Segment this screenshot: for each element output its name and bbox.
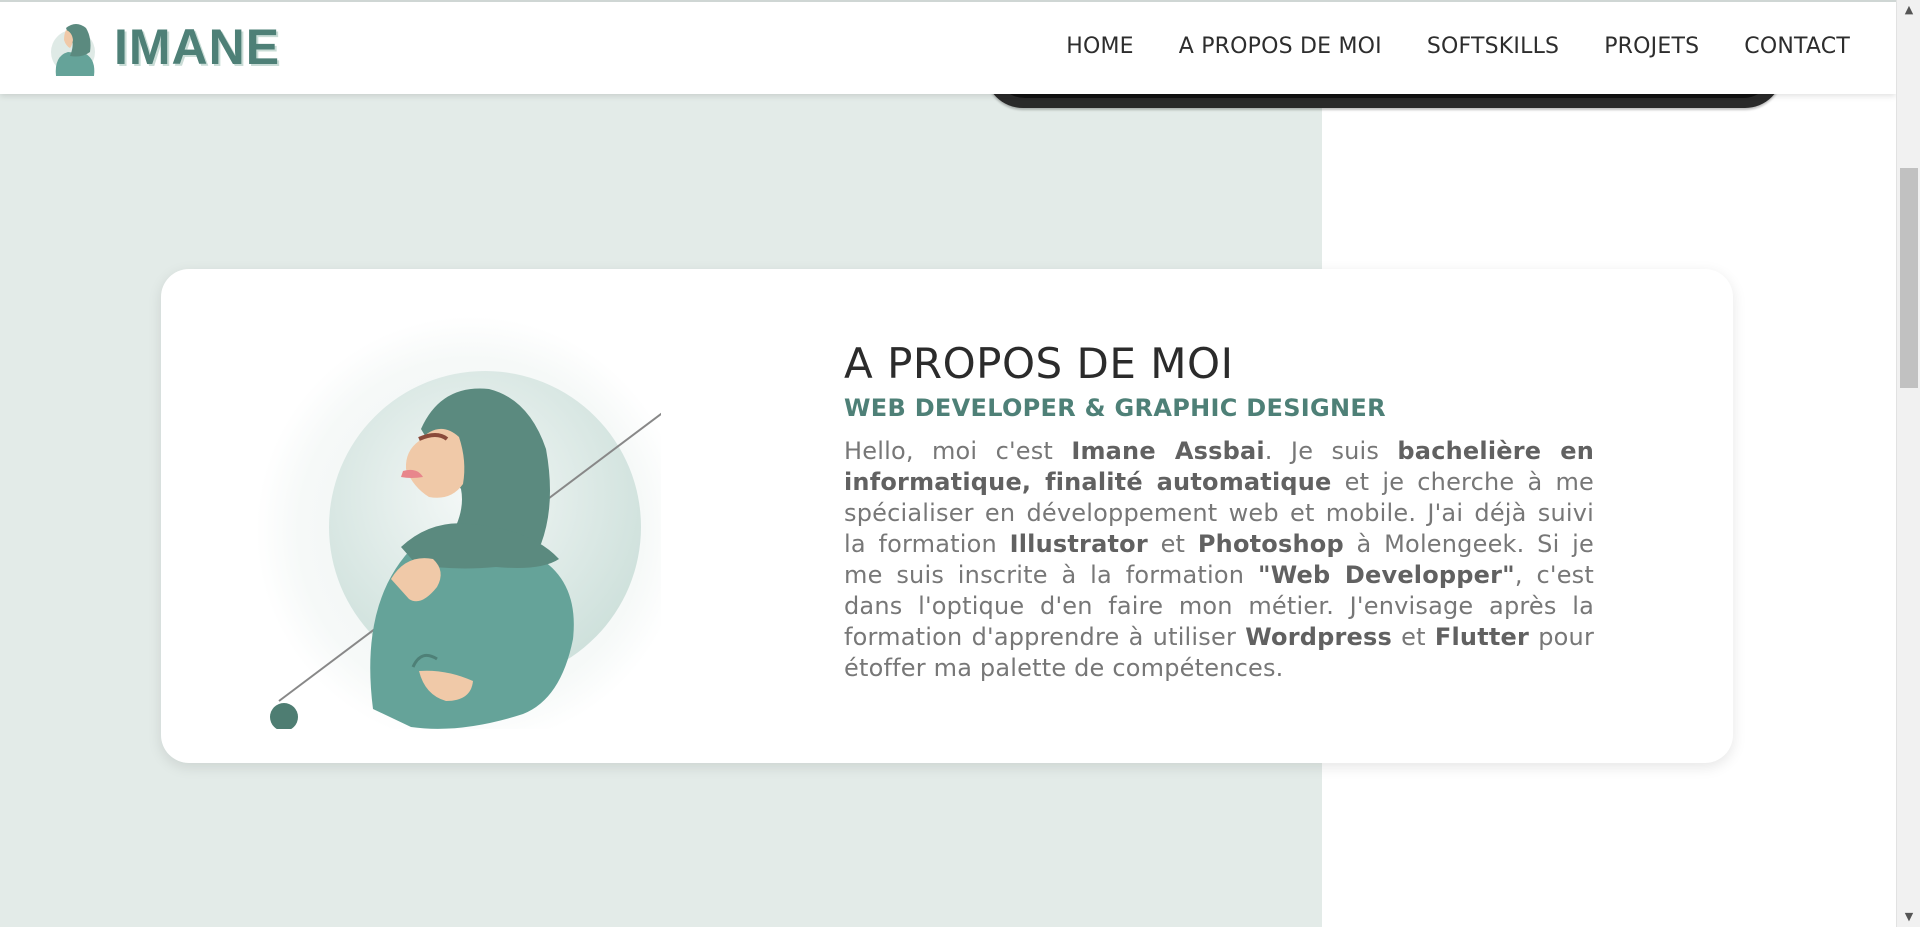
- decor-dot-bottom: [270, 703, 298, 729]
- paragraph-highlight: Photoshop: [1197, 530, 1344, 558]
- paragraph-highlight: Imane Assbai: [1071, 437, 1265, 465]
- profile-illustration: [256, 316, 661, 729]
- page: IMANE HOME A PROPOS DE MOI SOFTSKILLS PR…: [0, 0, 1896, 927]
- nav-home[interactable]: HOME: [1066, 34, 1134, 59]
- scroll-up-arrow-icon[interactable]: ▲: [1897, 0, 1920, 20]
- about-title: A PROPOS DE MOI: [844, 339, 1234, 388]
- nav-contact[interactable]: CONTACT: [1744, 34, 1850, 59]
- nav-a-propos[interactable]: A PROPOS DE MOI: [1179, 34, 1382, 59]
- paragraph-highlight: Wordpress: [1245, 623, 1392, 651]
- nav-softskills[interactable]: SOFTSKILLS: [1427, 34, 1559, 59]
- logo-text: IMANE: [114, 19, 281, 75]
- paragraph-text: . Je suis: [1264, 437, 1398, 465]
- paragraph-text: et: [1147, 530, 1198, 558]
- paragraph-text: Hello, moi c'est: [844, 437, 1072, 465]
- paragraph-highlight: Flutter: [1434, 623, 1530, 651]
- paragraph-text: et: [1392, 623, 1435, 651]
- about-paragraph: Hello, moi c'est Imane Assbai. Je suis b…: [844, 436, 1594, 684]
- logo-link[interactable]: IMANE: [46, 18, 280, 76]
- paragraph-highlight: "Web Developper": [1257, 561, 1515, 589]
- paragraph-highlight: Illustrator: [1009, 530, 1148, 558]
- logo-avatar-icon: [51, 24, 95, 76]
- scroll-down-arrow-icon[interactable]: ▼: [1897, 907, 1920, 927]
- about-card: A PROPOS DE MOI WEB DEVELOPER & GRAPHIC …: [161, 269, 1733, 763]
- scroll-thumb[interactable]: [1900, 168, 1918, 388]
- about-subtitle: WEB DEVELOPER & GRAPHIC DESIGNER: [844, 394, 1386, 422]
- page-scrollbar[interactable]: ▲ ▼: [1896, 0, 1920, 927]
- main-nav: HOME A PROPOS DE MOI SOFTSKILLS PROJETS …: [1066, 34, 1850, 59]
- site-header: IMANE HOME A PROPOS DE MOI SOFTSKILLS PR…: [0, 0, 1896, 94]
- about-text: A PROPOS DE MOI WEB DEVELOPER & GRAPHIC …: [844, 339, 1594, 684]
- nav-projets[interactable]: PROJETS: [1604, 34, 1699, 59]
